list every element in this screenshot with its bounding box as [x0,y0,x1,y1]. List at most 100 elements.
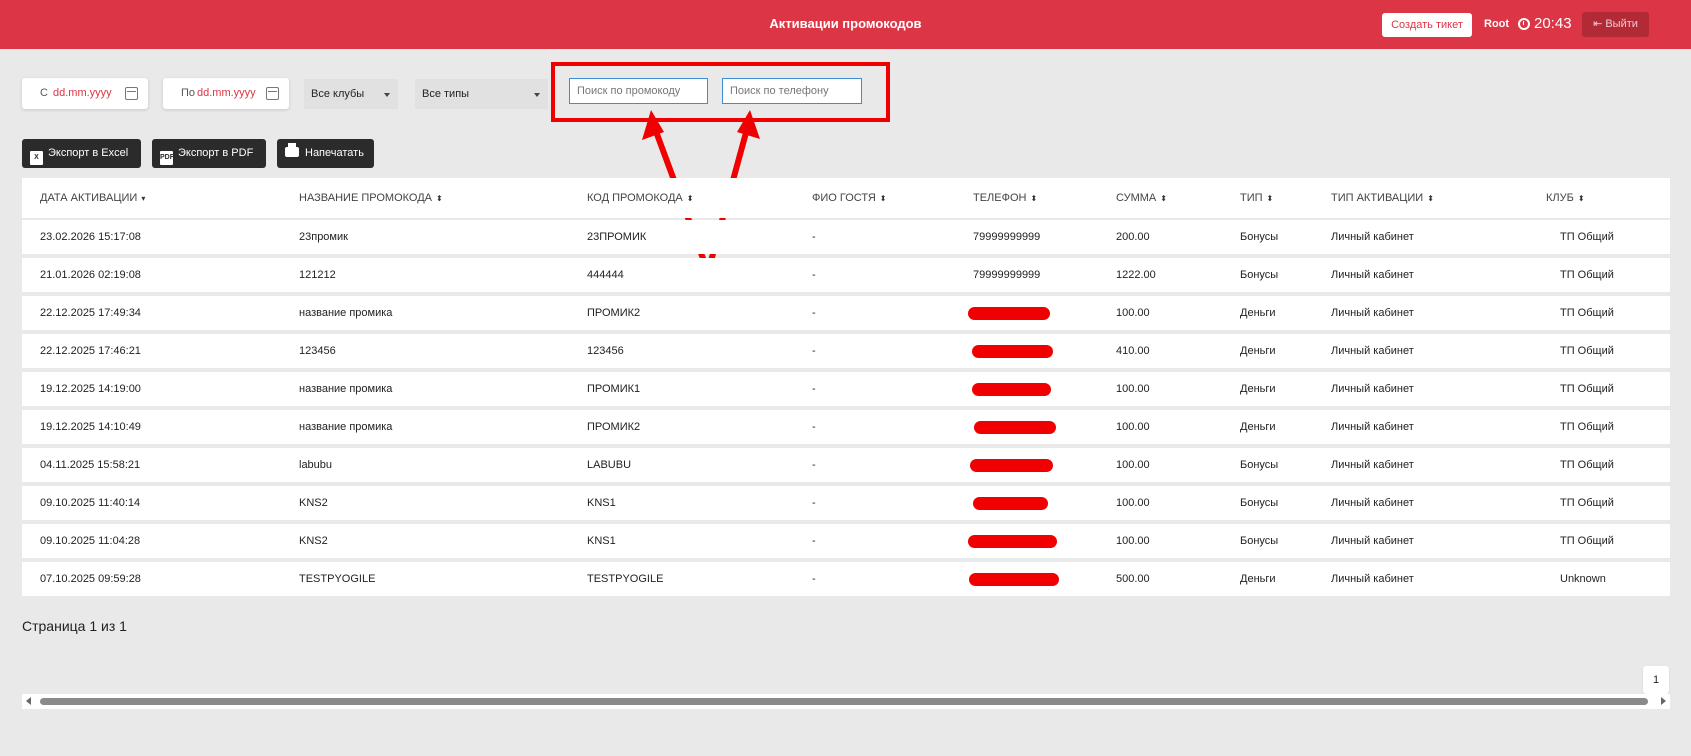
print-button[interactable]: Напечатать [277,139,374,168]
chevron-down-icon [384,93,390,97]
table-row[interactable]: 09.10.2025 11:40:14 KNS2 KNS1 - 100.00 Б… [22,486,1670,520]
column-header[interactable]: ТЕЛЕФОН ⬍ [973,192,1037,204]
cell-phone: 79999999999 [973,269,1041,281]
sort-icon: ⬍ [1577,194,1585,203]
column-header[interactable]: ДАТА АКТИВАЦИИ ▾ [40,192,145,204]
cell-sum: 1222.00 [1116,269,1156,281]
create-ticket-button[interactable]: Создать тикет [1382,13,1472,37]
cell-guest: - [812,231,816,243]
date-to-field[interactable]: По dd.mm.yyyy [163,78,289,109]
cell-guest: - [812,307,816,319]
cell-activation: Личный кабинет [1331,269,1414,281]
calendar-icon[interactable] [125,87,138,100]
cell-sum: 100.00 [1116,421,1150,433]
cell-date: 23.02.2026 15:17:08 [40,231,141,243]
cell-type: Деньги [1240,383,1276,395]
types-select[interactable]: Все типы [415,79,548,109]
column-header[interactable]: СУММА ⬍ [1116,192,1167,204]
calendar-icon[interactable] [266,87,279,100]
table-row[interactable]: 22.12.2025 17:46:21 123456 123456 - 410.… [22,334,1670,368]
redaction-mark [972,345,1053,358]
chevron-down-icon [534,93,540,97]
types-select-value: Все типы [422,88,470,100]
redaction-mark [973,497,1048,510]
cell-sum: 410.00 [1116,345,1150,357]
column-header[interactable]: НАЗВАНИЕ ПРОМОКОДА ⬍ [299,192,443,204]
clubs-select[interactable]: Все клубы [304,79,398,109]
sort-icon: ⬍ [1160,194,1167,203]
cell-code: ПРОМИК2 [587,307,641,319]
column-header[interactable]: КЛУБ ⬍ [1546,192,1585,204]
page-button[interactable]: 1 [1643,666,1669,694]
cell-phone: 79999999999 [973,231,1041,243]
cell-club: ТП Общий [1560,459,1614,471]
cell-club: ТП Общий [1560,307,1614,319]
cell-date: 22.12.2025 17:46:21 [40,345,141,357]
sort-icon: ⬍ [436,194,443,203]
column-header[interactable]: ФИО ГОСТЯ ⬍ [812,192,886,204]
column-label: ТЕЛЕФОН [973,192,1027,204]
cell-type: Деньги [1240,421,1276,433]
clock-icon [1518,17,1530,30]
export-pdf-button[interactable]: PDF Экспорт в PDF [152,139,266,168]
sort-icon: ⬍ [686,194,694,203]
column-header[interactable]: КОД ПРОМОКОДА ⬍ [587,192,693,204]
cell-date: 22.12.2025 17:49:34 [40,307,141,319]
cell-guest: - [812,459,816,471]
cell-date: 09.10.2025 11:40:14 [40,497,141,509]
cell-code: KNS1 [587,535,616,547]
cell-club: Unknown [1560,573,1606,585]
scroll-right-icon[interactable] [1661,697,1666,705]
column-label: ТИП [1240,192,1263,204]
logout-button[interactable]: ⇤ Выйти [1582,12,1649,37]
cell-type: Бонусы [1240,269,1279,281]
table-row[interactable]: 07.10.2025 09:59:28 TESTPYOGILE TESTPYOG… [22,562,1670,596]
table-row[interactable]: 23.02.2026 15:17:08 23промик 23ПРОМИК - … [22,220,1670,254]
sort-desc-icon: ▾ [141,194,146,203]
cell-activation: Личный кабинет [1331,573,1414,585]
cell-date: 21.01.2026 02:19:08 [40,269,141,281]
cell-code: ПРОМИК1 [587,383,641,395]
scroll-left-icon[interactable] [26,697,31,705]
column-label: ДАТА АКТИВАЦИИ [40,192,138,204]
logout-label: Выйти [1605,18,1638,30]
redaction-mark [969,573,1059,586]
date-to-label: По [181,87,196,99]
cell-activation: Личный кабинет [1331,383,1414,395]
date-from-label: С [40,87,48,99]
cell-name: 23промик [299,231,348,243]
cell-type: Деньги [1240,307,1276,319]
column-header[interactable]: ТИП ⬍ [1240,192,1273,204]
cell-club: ТП Общий [1560,269,1614,281]
cell-guest: - [812,421,816,433]
user-name: Root [1484,18,1510,30]
cell-club: ТП Общий [1560,345,1614,357]
cell-code: 123456 [587,345,624,357]
table-row[interactable]: 21.01.2026 02:19:08 121212 444444 - 7999… [22,258,1670,292]
column-header[interactable]: ТИП АКТИВАЦИИ ⬍ [1331,192,1434,204]
sort-icon: ⬍ [1266,194,1274,203]
date-from-value: dd.mm.yyyy [53,87,112,99]
cell-activation: Личный кабинет [1331,497,1414,509]
cell-date: 07.10.2025 09:59:28 [40,573,141,585]
table-row[interactable]: 19.12.2025 14:10:49 название промика ПРО… [22,410,1670,444]
table-row[interactable]: 09.10.2025 11:04:28 KNS2 KNS1 - 100.00 Б… [22,524,1670,558]
scrollbar-thumb[interactable] [40,698,1648,705]
redaction-mark [974,421,1056,434]
cell-club: ТП Общий [1560,383,1614,395]
column-label: ФИО ГОСТЯ [812,192,876,204]
date-to-value: dd.mm.yyyy [197,87,256,99]
horizontal-scrollbar[interactable] [22,694,1670,709]
cell-name: название промика [299,421,393,433]
export-excel-button[interactable]: X Экспорт в Excel [22,139,141,168]
cell-type: Деньги [1240,573,1276,585]
column-label: СУММА [1116,192,1157,204]
table-row[interactable]: 22.12.2025 17:49:34 название промика ПРО… [22,296,1670,330]
table-row[interactable]: 04.11.2025 15:58:21 labubu LABUBU - 100.… [22,448,1670,482]
cell-sum: 200.00 [1116,231,1150,243]
cell-name: TESTPYOGILE [299,573,376,585]
cell-activation: Личный кабинет [1331,459,1414,471]
date-from-field[interactable]: С dd.mm.yyyy [22,78,148,109]
cell-activation: Личный кабинет [1331,421,1414,433]
table-row[interactable]: 19.12.2025 14:19:00 название промика ПРО… [22,372,1670,406]
